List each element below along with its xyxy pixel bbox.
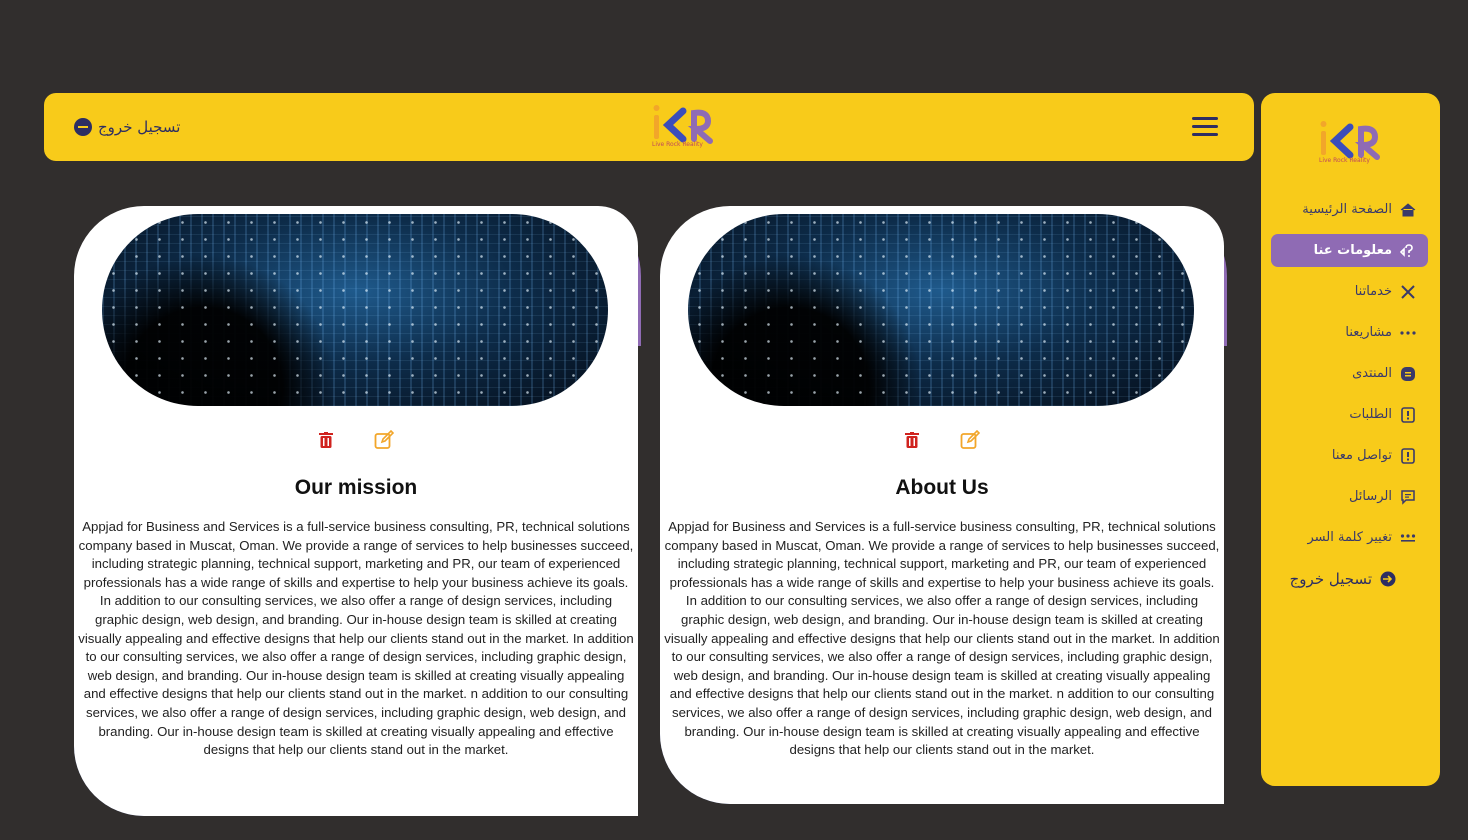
sidebar-item-label: معلومات عنا	[1313, 243, 1392, 258]
sidebar-item-contact[interactable]: تواصل معنا	[1271, 439, 1428, 472]
logout-icon	[1380, 571, 1396, 586]
logo[interactable]: Live Rock Reality	[650, 99, 720, 155]
delete-icon[interactable]	[905, 432, 919, 448]
sidebar-item-change-password[interactable]: تغيير كلمة السر	[1271, 521, 1428, 554]
card-body: Our mission Appjad for Business and Serv…	[74, 206, 638, 816]
sidebar-logout-button[interactable]: تسجيل خروج	[1271, 562, 1428, 595]
card-image	[688, 214, 1194, 406]
sidebar-item-orders[interactable]: الطلبات	[1271, 398, 1428, 431]
sidebar: Live Rock Reality الصفحة الرئيسية معلوما…	[1261, 93, 1440, 786]
edit-icon[interactable]	[960, 430, 980, 450]
card-about-us: About Us Appjad for Business and Service…	[660, 206, 1227, 804]
home-icon	[1400, 202, 1416, 216]
password-icon	[1400, 533, 1416, 542]
sidebar-item-about[interactable]: معلومات عنا	[1271, 234, 1428, 267]
sidebar-logo-mark-icon	[1320, 121, 1380, 160]
sidebar-item-home[interactable]: الصفحة الرئيسية	[1271, 193, 1428, 226]
sidebar-item-label: الصفحة الرئيسية	[1302, 202, 1392, 217]
menu-toggle-icon[interactable]	[1192, 117, 1218, 137]
delete-icon[interactable]	[319, 432, 333, 448]
sidebar-item-projects[interactable]: مشاريعنا	[1271, 316, 1428, 349]
sidebar-item-services[interactable]: خدماتنا	[1271, 275, 1428, 308]
blog-icon	[1401, 366, 1415, 381]
sidebar-item-label: الرسائل	[1348, 489, 1392, 504]
tools-icon	[1401, 284, 1415, 299]
sidebar-item-label: تواصل معنا	[1331, 448, 1392, 463]
sidebar-item-forum[interactable]: المنتدى	[1271, 357, 1428, 390]
sidebar-nav: الصفحة الرئيسية معلومات عنا خدماتنا مشار…	[1271, 193, 1428, 603]
logout-button[interactable]: تسجيل خروج	[74, 118, 180, 136]
order-icon	[1401, 406, 1415, 423]
sidebar-logo-tagline: Live Rock Reality	[1319, 157, 1370, 164]
question-icon	[1400, 243, 1413, 257]
logout-label: تسجيل خروج	[98, 118, 181, 136]
sidebar-item-label: خدماتنا	[1354, 284, 1392, 299]
logo-tagline: Live Rock Reality	[652, 141, 703, 148]
card-image	[102, 214, 608, 406]
sidebar-item-label: تغيير كلمة السر	[1307, 530, 1393, 545]
card-text: Appjad for Business and Services is a fu…	[78, 519, 634, 758]
top-navbar: تسجيل خروج Live Rock Reality	[44, 93, 1254, 161]
logout-icon	[74, 118, 92, 136]
card-title: Our mission	[294, 476, 418, 499]
sidebar-logout-label: تسجيل خروج	[1289, 569, 1372, 588]
card-actions	[74, 430, 638, 452]
message-icon	[1401, 489, 1415, 505]
card-our-mission: Our mission Appjad for Business and Serv…	[74, 206, 641, 816]
contact-icon	[1401, 447, 1415, 464]
dots-icon	[1400, 330, 1416, 335]
card-title: About Us	[895, 476, 989, 499]
edit-icon[interactable]	[374, 430, 394, 450]
sidebar-item-messages[interactable]: الرسائل	[1271, 480, 1428, 513]
logo-mark-icon	[653, 105, 713, 144]
sidebar-item-label: المنتدى	[1352, 366, 1392, 381]
card-body: About Us Appjad for Business and Service…	[660, 206, 1224, 804]
card-actions	[660, 430, 1224, 452]
sidebar-item-label: مشاريعنا	[1345, 325, 1392, 340]
sidebar-logo[interactable]: Live Rock Reality	[1317, 115, 1387, 171]
sidebar-item-label: الطلبات	[1349, 407, 1392, 422]
card-text: Appjad for Business and Services is a fu…	[664, 519, 1220, 758]
